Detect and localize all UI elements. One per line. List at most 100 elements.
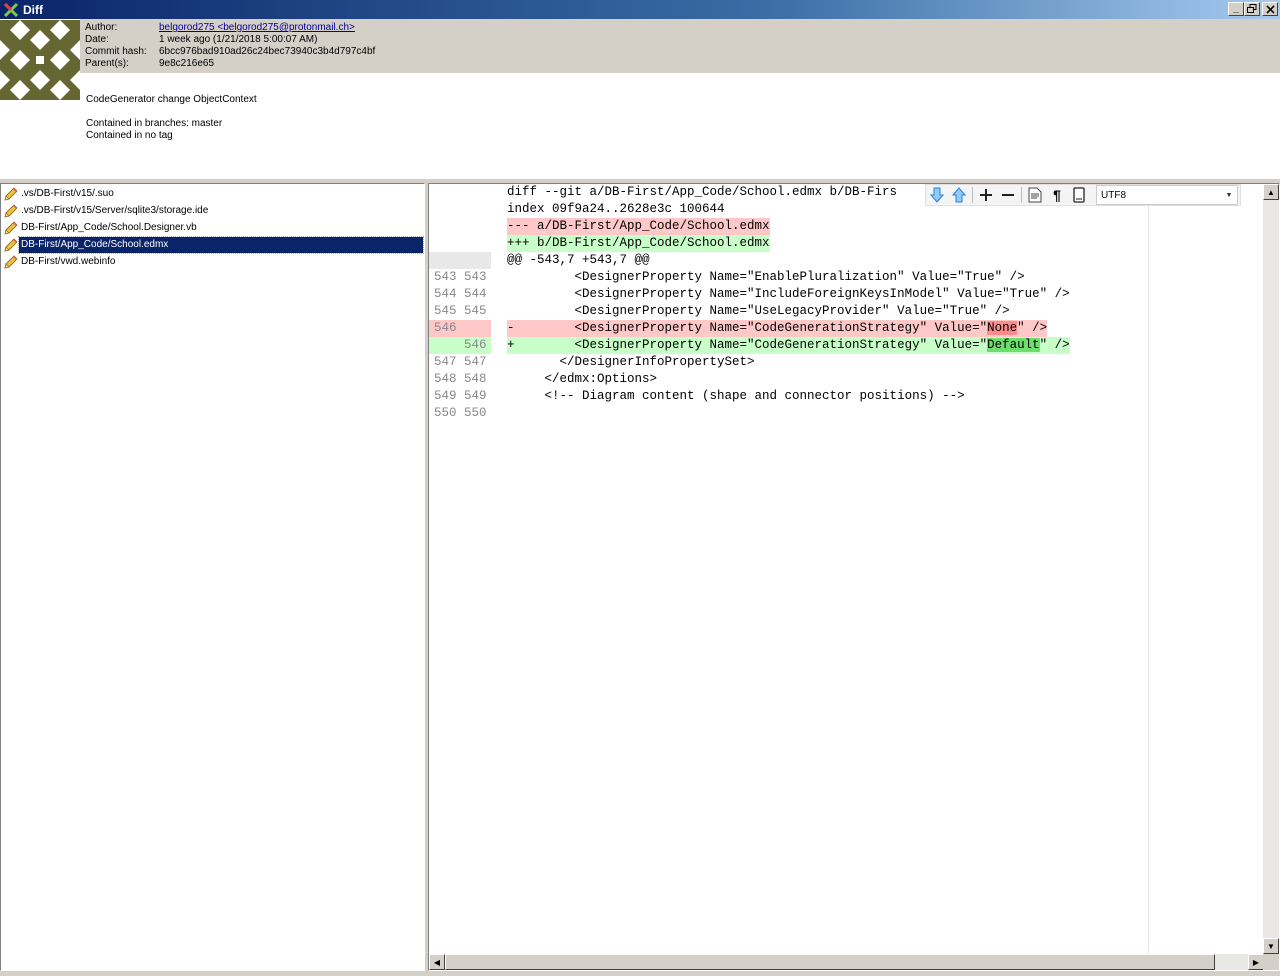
decrease-context-icon [1002,194,1014,196]
new-line-number: 547 [464,355,487,369]
vertical-scrollbar[interactable]: ▲ ▼ [1263,184,1279,954]
horizontal-scrollbar[interactable]: ◀ ▶ [429,954,1264,970]
line-text: --- a/DB-First/App_Code/School.edmx [507,218,770,235]
arrow-down-icon: ▼ [1267,941,1275,951]
file-list-item[interactable]: DB-First/App_Code/School.edmx [3,235,424,254]
increase-context-icon [980,189,992,201]
file-list-item[interactable]: DB-First/App_Code/School.Designer.vb [3,219,423,236]
previous-diff-button[interactable] [948,185,970,205]
scroll-left-button[interactable]: ◀ [429,954,445,970]
new-line-number: 544 [464,287,487,301]
line-numbers [429,218,491,235]
line-numbers: 548 548 [429,371,491,388]
line-numbers [429,252,491,269]
line-text: </edmx:Options> [507,372,658,386]
new-line-number: 550 [464,406,487,420]
chevron-down-icon[interactable]: ▼ [1222,187,1236,203]
minimize-icon: _ [1233,3,1239,14]
modified-file-icon [4,220,18,235]
branches-info: Contained in branches: master [86,118,223,129]
horizontal-scroll-thumb[interactable] [445,954,1215,970]
minimize-button[interactable]: _ [1228,2,1244,16]
tags-info: Contained in no tag [86,130,173,141]
hash-label: Commit hash: [85,46,147,57]
file-name: .vs/DB-First/v15/Server/sqlite3/storage.… [21,204,209,216]
line-numbers: 550 550 [429,405,491,422]
increase-context-button[interactable] [975,185,997,205]
file-name: DB-First/App_Code/School.edmx [18,235,424,254]
diff-viewer[interactable]: diff --git a/DB-First/App_Code/School.ed… [428,183,1280,971]
toolbar-separator [972,187,973,203]
next-diff-icon [930,187,944,203]
git-extensions-icon [3,2,19,17]
decrease-context-button[interactable] [997,185,1019,205]
line-text: <!-- Diagram content (shape and connecto… [507,389,965,403]
diff-line: 544 544 <DesignerProperty Name="IncludeFo… [429,286,1264,303]
line-numbers: 546 [429,337,491,354]
file-name: .vs/DB-First/v15/.suo [21,187,114,199]
old-line-number: 546 [434,321,457,335]
author-label: Author: [85,22,118,33]
diff-line: 543 543 <DesignerProperty Name="EnablePlu… [429,269,1264,286]
line-numbers [429,235,491,252]
line-text: <DesignerProperty Name="EnablePluralizat… [507,270,1025,284]
show-entire-file-button[interactable] [1024,185,1046,205]
line-text-after: " /> [1017,321,1048,335]
commit-metadata: Author: belgorod275 <belgorod275@protonm… [80,19,1280,73]
new-line-number: 545 [464,304,487,318]
line-text-before: - <DesignerProperty Name="CodeGeneration… [507,321,988,335]
parents-value[interactable]: 9e8c216e65 [159,58,214,70]
encoding-select[interactable]: UTF8 ▼ [1096,185,1238,205]
scroll-up-button[interactable]: ▲ [1263,184,1279,200]
scrollbar-corner [1263,954,1279,970]
close-button[interactable] [1262,2,1278,16]
line-text: + <DesignerProperty Name="CodeGeneration… [507,337,1070,354]
old-line-number: 549 [434,389,457,403]
title-bar: Diff _ [0,0,1280,19]
new-line-number: 549 [464,389,487,403]
modified-file-icon [4,186,18,201]
diff-line: 546 + <DesignerProperty Name="CodeGenerat… [429,337,1264,354]
line-text: <DesignerProperty Name="UseLegacyProvide… [507,304,1010,318]
window-controls: _ [1228,2,1278,16]
arrow-left-icon: ◀ [433,957,441,967]
scroll-right-button[interactable]: ▶ [1248,954,1264,970]
scroll-down-button[interactable]: ▼ [1263,938,1279,954]
file-list-item[interactable]: DB-First/vwd.webinfo [3,253,423,270]
line-text: index 09f9a24..2628e3c 100644 [507,202,725,216]
line-text: </DesignerInfoPropertySet> [507,355,755,369]
line-numbers: 544 544 [429,286,491,303]
line-text: <DesignerProperty Name="IncludeForeignKe… [507,287,1070,301]
file-name: DB-First/vwd.webinfo [21,255,116,267]
restore-button[interactable] [1244,2,1260,16]
file-list-item[interactable]: .vs/DB-First/v15/Server/sqlite3/storage.… [3,202,423,219]
old-line-number: 544 [434,287,457,301]
arrow-right-icon: ▶ [1252,957,1260,967]
next-diff-button[interactable] [926,185,948,205]
line-numbers: 543 543 [429,269,491,286]
line-text-after: " /> [1039,338,1070,352]
diff-line: 550 550 [429,405,1264,422]
diff-line: 547 547 </DesignerInfoPropertySet> [429,354,1264,371]
diff-line: 549 549 <!-- Diagram content (shape and c… [429,388,1264,405]
line-text: - <DesignerProperty Name="CodeGeneration… [507,320,1048,337]
show-whitespace-button[interactable]: ¶ [1046,185,1068,205]
file-list-item[interactable]: .vs/DB-First/v15/.suo [3,185,423,202]
old-line-number: 545 [434,304,457,318]
line-text: diff --git a/DB-First/App_Code/School.ed… [507,185,898,199]
changed-word: Default [987,338,1040,352]
copy-icon [1073,187,1085,203]
date-value: 1 week ago (1/21/2018 5:00:07 AM) [159,34,318,45]
changed-word: None [987,321,1018,335]
restore-icon [1247,4,1257,13]
copy-button[interactable] [1068,185,1090,205]
new-line-number: 543 [464,270,487,284]
toolbar-separator [1021,187,1022,203]
hash-value: 6bcc976bad910ad26c24bec73940c3b4d797c4bf [159,46,376,57]
line-numbers: 546 [429,320,491,337]
line-numbers: 547 547 [429,354,491,371]
diff-line: 548 548 </edmx:Options> [429,371,1264,388]
old-line-number: 543 [434,270,457,284]
author-link[interactable]: belgorod275 <belgorod275@protonmail.ch> [159,22,355,34]
changed-files-list[interactable]: .vs/DB-First/v15/.suo .vs/DB-First/v15/Se… [0,183,425,971]
